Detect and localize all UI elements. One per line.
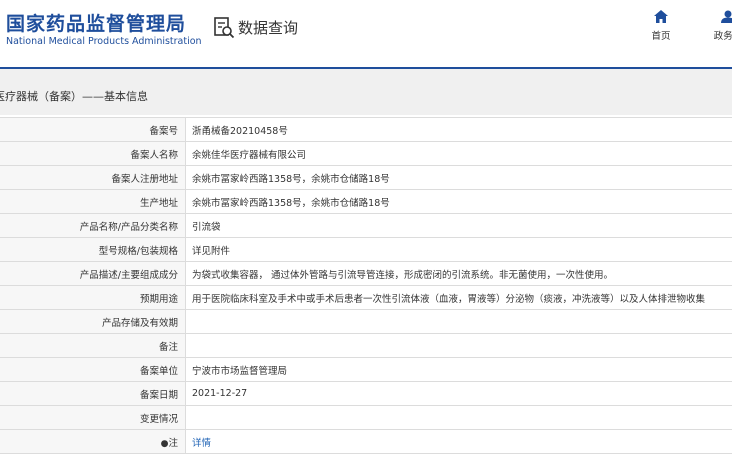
field-value [185,333,732,358]
table-row: 预期用途 用于医院临床科室及手术中或手术后患者一次性引流体液（血液，胃液等）分泌物… [0,285,732,310]
nav-home-label: 首页 [651,31,671,42]
table-row: 备案日期 2021-12-27 [0,381,732,406]
field-value: 引流袋 [185,213,732,238]
site-logo-en[interactable]: National Medical Products Administration [6,36,202,47]
field-label: 备案人注册地址 [0,165,186,190]
field-value: 余姚市冨家岭西路1358号，余姚市仓储路18号 [185,189,732,214]
field-value: 详见附件 [185,237,732,262]
field-value: 浙甬械备20210458号 [185,117,732,142]
site-logo-cn[interactable]: 国家药品监督管理局 [6,9,186,36]
field-value: 余姚市冨家岭西路1358号，余姚市仓储路18号 [185,165,732,190]
field-label: 生产地址 [0,189,186,214]
record-info-table: 备案号 浙甬械备20210458号 备案人名称 余姚佳华医疗器械有限公司 备案人注册地址… [0,117,732,454]
note-label-cell: ●注 [0,429,186,454]
field-label: 备注 [0,333,186,358]
home-icon [654,10,668,23]
table-row: 产品描述/主要组成成分 为袋式收集容器， 通过体外管路与引流导管连接，形成密闭的引… [0,261,732,286]
table-row: 产品名称/产品分类名称 引流袋 [0,213,732,238]
field-value: 余姚佳华医疗器械有限公司 [185,141,732,166]
nav-home[interactable]: 首页 [644,8,678,42]
nav-gov-label: 政务服 [713,31,732,42]
field-value: 2021-12-27 [185,381,732,406]
field-value: 宁波市市场监督管理局 [185,357,732,382]
field-value: 用于医院临床科室及手术中或手术后患者一次性引流体液（血液，胃液等）分泌物（痰液，… [185,285,732,310]
field-label: 变更情况 [0,405,186,430]
note-value-cell: 详情 [185,429,732,454]
nav-gov-service[interactable]: 政务服 [698,8,732,42]
table-row: 备案人名称 余姚佳华医疗器械有限公司 [0,141,732,166]
table-row: 变更情况 [0,405,732,430]
data-query-icon [214,17,235,39]
field-value: 为袋式收集容器， 通过体外管路与引流导管连接，形成密闭的引流系统。非无菌使用，一… [185,261,732,286]
field-label: 预期用途 [0,285,186,310]
field-label: 备案人名称 [0,141,186,166]
field-label: 型号规格/包装规格 [0,237,186,262]
breadcrumb: 医疗器械（备案）——基本信息 [0,90,148,103]
field-label: 备案日期 [0,381,186,406]
field-label: 产品存储及有效期 [0,309,186,334]
table-row: 型号规格/包装规格 详见附件 [0,237,732,262]
details-link[interactable]: 详情 [192,438,211,449]
table-row: 备注 [0,333,732,358]
field-value [185,309,732,334]
table-row: 备案号 浙甬械备20210458号 [0,117,732,142]
note-label: 注 [168,437,178,449]
field-label: 备案号 [0,117,186,142]
table-row: 产品存储及有效期 [0,309,732,334]
user-icon [721,10,732,23]
field-label: 产品描述/主要组成成分 [0,261,186,286]
table-row: 生产地址 余姚市冨家岭西路1358号，余姚市仓储路18号 [0,189,732,214]
field-value [185,405,732,430]
site-header: 国家药品监督管理局 National Medical Products Admi… [0,0,732,66]
field-label: 产品名称/产品分类名称 [0,213,186,238]
table-row-note: ●注 详情 [0,429,732,454]
table-row: 备案人注册地址 余姚市冨家岭西路1358号，余姚市仓储路18号 [0,165,732,190]
table-row: 备案单位 宁波市市场监督管理局 [0,357,732,382]
field-label: 备案单位 [0,357,186,382]
data-query-title: 数据查询 [238,19,299,37]
